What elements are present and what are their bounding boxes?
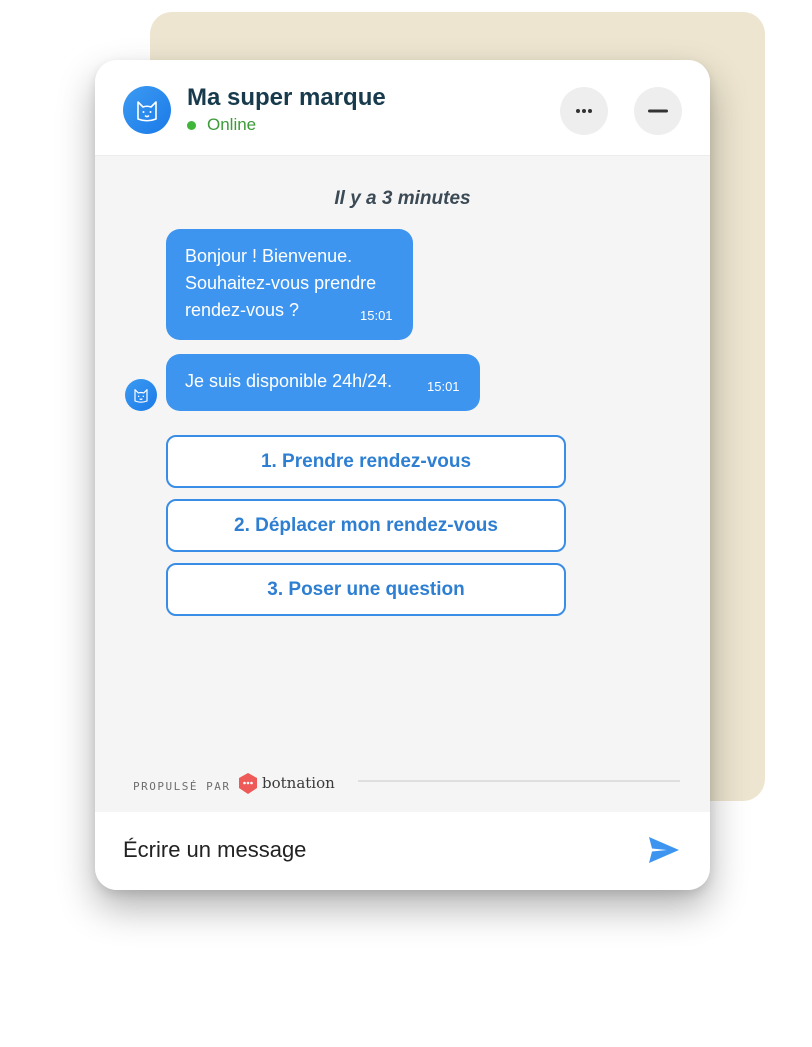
online-status-label: Online [207,115,257,134]
message-time: 15:01 [427,379,460,394]
more-options-button[interactable] [560,87,608,135]
message-time: 15:01 [360,308,393,323]
message-text: Je suis disponible 24h/24. [185,371,393,391]
botnation-logo-icon [239,773,257,794]
powered-by-label: PROPULSÉ PAR [133,780,231,793]
cat-face-icon [134,389,148,403]
bot-message: Bonjour ! Bienvenue. Souhaitez-vous pren… [166,229,413,340]
botnation-brand-link[interactable]: botnation [262,774,335,792]
message-input[interactable] [123,832,623,868]
cat-face-icon [137,101,157,122]
online-status-dot [187,121,196,130]
send-icon [649,837,679,863]
brand-title: Ma super marque [187,84,386,111]
chat-widget: Ma super marque Online Il y a 3 minutes … [95,60,710,890]
quick-reply-move-appointment[interactable]: 2. Déplacer mon rendez-vous [166,499,566,552]
minimize-icon [648,109,668,113]
bot-avatar-small [125,379,157,411]
send-button[interactable] [646,832,682,868]
quick-reply-book-appointment[interactable]: 1. Prendre rendez-vous [166,435,566,488]
quick-reply-ask-question[interactable]: 3. Poser une question [166,563,566,616]
more-horizontal-icon [576,109,592,113]
footer-divider [358,780,680,782]
chat-header: Ma super marque Online [95,60,710,156]
bot-message: Je suis disponible 24h/24. 15:01 [166,354,480,411]
message-composer [95,812,710,890]
minimize-button[interactable] [634,87,682,135]
bot-avatar [123,86,171,134]
conversation-timestamp: Il y a 3 minutes [334,188,471,209]
